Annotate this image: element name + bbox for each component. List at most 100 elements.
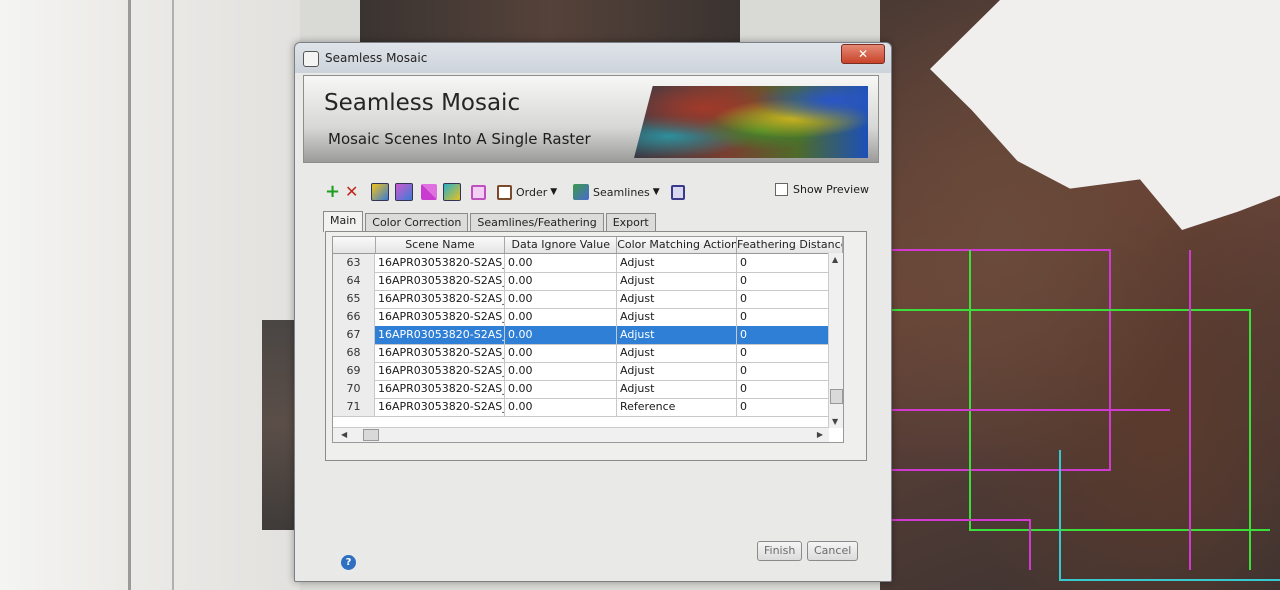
seamline-icon: [421, 184, 437, 200]
data-ignore-value-cell[interactable]: 0.00: [505, 290, 617, 308]
seamlines-icon: [573, 184, 589, 200]
toolbar: + ✕ Order ▼ Seamlines ▼ Show Preview: [325, 183, 885, 203]
vertical-scroll-thumb[interactable]: [830, 389, 843, 404]
table-row[interactable]: 69 16APR03053820-S2AS_ 0.00 Adjust 0: [333, 362, 843, 381]
tab-seamlines-feathering[interactable]: Seamlines/Feathering: [470, 213, 604, 232]
order-dropdown[interactable]: Order ▼: [497, 183, 557, 201]
seamline-button[interactable]: [421, 183, 437, 201]
vertical-scrollbar[interactable]: ▲ ▼: [828, 253, 843, 428]
layer-alt-button[interactable]: [395, 183, 413, 201]
horizontal-scrollbar[interactable]: ◀ ▶: [333, 427, 829, 442]
tab-color-correction[interactable]: Color Correction: [365, 213, 469, 232]
show-preview-label: Show Preview: [793, 183, 869, 196]
remove-icon: ✕: [345, 182, 359, 201]
scene-footprint-grid: [880, 249, 1280, 581]
window-edge-line: [128, 0, 131, 590]
banner-image: [634, 86, 868, 158]
footprint-button[interactable]: [443, 183, 461, 201]
tab-export[interactable]: Export: [605, 213, 656, 232]
scene-name-cell[interactable]: 16APR03053820-S2AS_: [375, 308, 505, 326]
color-matching-action-cell[interactable]: Adjust: [617, 272, 737, 290]
horizontal-scroll-thumb[interactable]: [363, 429, 379, 441]
scene-name-cell[interactable]: 16APR03053820-S2AS_: [375, 344, 505, 362]
row-index[interactable]: 64: [333, 272, 375, 290]
finish-button[interactable]: Finish: [757, 541, 803, 561]
row-index[interactable]: 66: [333, 308, 375, 326]
show-preview-checkbox[interactable]: [775, 183, 788, 196]
data-ignore-value-cell[interactable]: 0.00: [505, 254, 617, 272]
seamlines-dropdown[interactable]: Seamlines ▼: [573, 183, 660, 201]
data-ignore-value-cell[interactable]: 0.00: [505, 308, 617, 326]
row-index[interactable]: 63: [333, 254, 375, 272]
scene-table: Scene Name Data Ignore Value Color Match…: [332, 236, 844, 443]
footprint-icon: [443, 183, 461, 201]
row-index[interactable]: 65: [333, 290, 375, 308]
color-matching-action-cell[interactable]: Adjust: [617, 290, 737, 308]
color-matching-action-cell[interactable]: Adjust: [617, 308, 737, 326]
row-index[interactable]: 71: [333, 398, 375, 416]
data-ignore-value-cell[interactable]: 0.00: [505, 380, 617, 398]
scene-name-cell[interactable]: 16APR03053820-S2AS_: [375, 380, 505, 398]
title-bar[interactable]: Seamless Mosaic ✕: [295, 43, 891, 73]
banner-title: Seamless Mosaic: [324, 90, 521, 116]
color-matching-action-cell[interactable]: Adjust: [617, 344, 737, 362]
scroll-down-icon[interactable]: ▼: [832, 417, 838, 426]
chevron-down-icon: ▼: [652, 187, 660, 197]
data-ignore-value-cell[interactable]: 0.00: [505, 326, 617, 344]
scene-name-cell[interactable]: 16APR03053820-S2AS_: [375, 272, 505, 290]
seamlines-label: Seamlines: [593, 185, 650, 199]
color-matching-action-cell[interactable]: Adjust: [617, 380, 737, 398]
data-ignore-value-cell[interactable]: 0.00: [505, 344, 617, 362]
table-row[interactable]: 64 16APR03053820-S2AS_ 0.00 Adjust 0: [333, 272, 843, 291]
app-icon: [303, 51, 319, 67]
scene-name-cell[interactable]: 16APR03053820-S2AS_: [375, 398, 505, 416]
remove-button[interactable]: ✕: [345, 183, 358, 201]
column-header-scene-name[interactable]: Scene Name: [376, 237, 506, 253]
close-button[interactable]: ✕: [841, 44, 885, 64]
row-index[interactable]: 68: [333, 344, 375, 362]
scroll-left-icon[interactable]: ◀: [341, 430, 347, 439]
tab-main[interactable]: Main: [323, 211, 364, 232]
layer-button[interactable]: [371, 183, 389, 201]
export-icon: [671, 184, 685, 200]
table-row[interactable]: 70 16APR03053820-S2AS_ 0.00 Adjust 0: [333, 380, 843, 399]
scene-name-cell[interactable]: 16APR03053820-S2AS_: [375, 290, 505, 308]
table-row[interactable]: 66 16APR03053820-S2AS_ 0.00 Adjust 0: [333, 308, 843, 327]
scroll-right-icon[interactable]: ▶: [817, 430, 823, 439]
row-index[interactable]: 69: [333, 362, 375, 380]
table-row[interactable]: 68 16APR03053820-S2AS_ 0.00 Adjust 0: [333, 344, 843, 363]
show-preview-toggle[interactable]: Show Preview: [775, 183, 869, 196]
data-ignore-value-cell[interactable]: 0.00: [505, 362, 617, 380]
table-row[interactable]: 65 16APR03053820-S2AS_ 0.00 Adjust 0: [333, 290, 843, 309]
order-label: Order: [516, 185, 548, 199]
scene-name-cell[interactable]: 16APR03053820-S2AS_: [375, 326, 505, 344]
color-matching-action-cell[interactable]: Adjust: [617, 362, 737, 380]
cancel-button[interactable]: Cancel: [807, 541, 859, 561]
row-index[interactable]: 70: [333, 380, 375, 398]
color-matching-action-cell[interactable]: Adjust: [617, 254, 737, 272]
column-header-feathering-distance[interactable]: Feathering Distance: [737, 237, 843, 253]
row-index[interactable]: 67: [333, 326, 375, 344]
help-icon[interactable]: ?: [341, 555, 356, 570]
scene-name-cell[interactable]: 16APR03053820-S2AS_: [375, 254, 505, 272]
table-row[interactable]: 71 16APR03053820-S2AS_ 0.00 Reference 0: [333, 398, 843, 417]
scroll-up-icon[interactable]: ▲: [832, 255, 838, 264]
window-title: Seamless Mosaic: [325, 51, 428, 65]
add-button[interactable]: +: [325, 183, 340, 201]
table-row[interactable]: 63 16APR03053820-S2AS_ 0.00 Adjust 0: [333, 254, 843, 273]
banner: Seamless Mosaic Mosaic Scenes Into A Sin…: [303, 75, 879, 163]
window-edge-line: [172, 0, 174, 590]
export-button[interactable]: [671, 183, 685, 201]
monitor-background-left: [0, 0, 300, 590]
table-row[interactable]: 67 16APR03053820-S2AS_ 0.00 Adjust 0: [333, 326, 843, 345]
color-matching-action-cell[interactable]: Adjust: [617, 326, 737, 344]
order-icon: [497, 184, 512, 200]
data-ignore-value-cell[interactable]: 0.00: [505, 398, 617, 416]
column-header-color-matching-action[interactable]: Color Matching Action: [617, 237, 738, 253]
color-matching-action-cell[interactable]: Reference: [617, 398, 737, 416]
column-header-data-ignore-value[interactable]: Data Ignore Value: [505, 237, 618, 253]
table-header: Scene Name Data Ignore Value Color Match…: [333, 237, 843, 254]
scene-button[interactable]: [471, 183, 486, 201]
scene-name-cell[interactable]: 16APR03053820-S2AS_: [375, 362, 505, 380]
data-ignore-value-cell[interactable]: 0.00: [505, 272, 617, 290]
